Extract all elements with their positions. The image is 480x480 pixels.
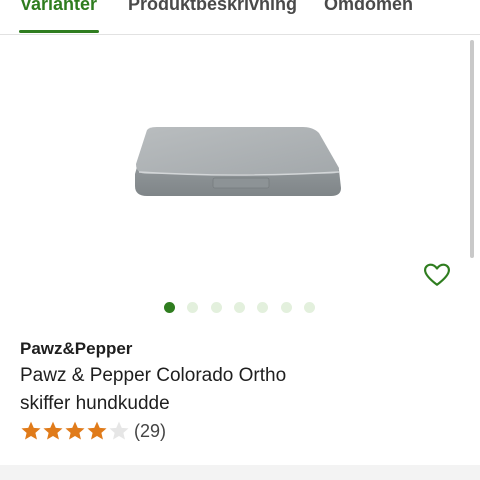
carousel-dot-1[interactable] bbox=[164, 302, 175, 313]
product-image[interactable] bbox=[125, 118, 355, 208]
carousel-dot-4[interactable] bbox=[234, 302, 245, 313]
carousel-dot-3[interactable] bbox=[211, 302, 222, 313]
star-filled-icon bbox=[43, 421, 63, 440]
star-filled-icon bbox=[21, 421, 41, 440]
review-count[interactable]: (29) bbox=[134, 421, 166, 442]
carousel-dot-7[interactable] bbox=[304, 302, 315, 313]
star-empty-icon bbox=[109, 421, 129, 440]
carousel-dot-2[interactable] bbox=[187, 302, 198, 313]
section-divider bbox=[0, 465, 480, 480]
active-tab-indicator bbox=[19, 30, 99, 33]
heart-icon[interactable] bbox=[424, 263, 450, 287]
product-brand[interactable]: Pawz&Pepper bbox=[20, 339, 132, 359]
star-filled-icon bbox=[87, 421, 107, 440]
scrollbar[interactable] bbox=[470, 40, 474, 258]
product-title-line-2: skiffer hundkudde bbox=[20, 393, 170, 414]
product-title: Pawz & Pepper Colorado Ortho skiffer hun… bbox=[20, 362, 460, 418]
tab-bar: Varianter Produktbeskrivning Omdömen bbox=[0, 0, 480, 35]
tab-produktbeskrivning[interactable]: Produktbeskrivning bbox=[128, 0, 297, 15]
product-title-line-1: Pawz & Pepper Colorado Ortho bbox=[20, 365, 287, 386]
carousel-dot-6[interactable] bbox=[281, 302, 292, 313]
tab-omdomen[interactable]: Omdömen bbox=[324, 0, 413, 15]
tab-varianter[interactable]: Varianter bbox=[20, 0, 97, 15]
carousel-dot-5[interactable] bbox=[257, 302, 268, 313]
star-filled-icon bbox=[65, 421, 85, 440]
